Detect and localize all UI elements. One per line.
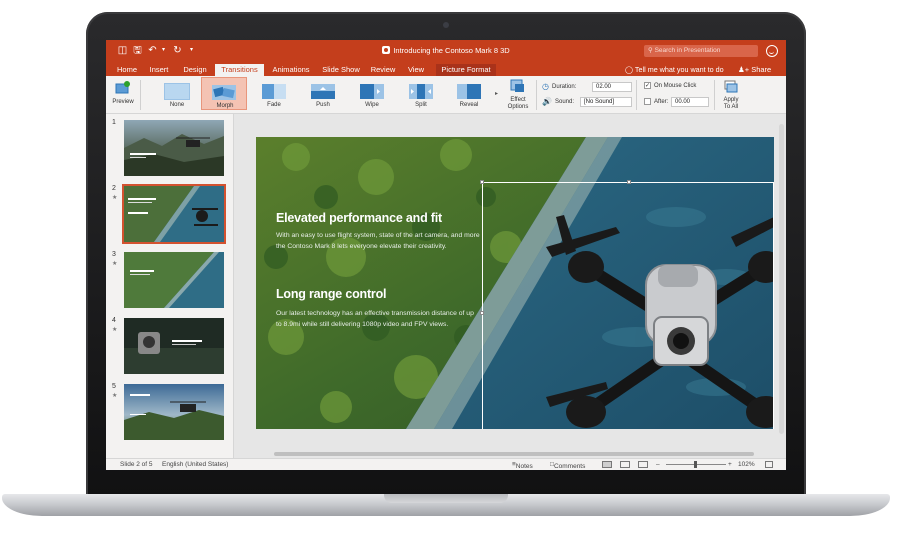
slide-count: Slide 2 of 5 — [120, 461, 153, 468]
transition-push-button[interactable]: Push — [300, 77, 346, 110]
tell-me-box[interactable]: ◯ Tell me what you want to do — [625, 64, 724, 76]
transition-wipe-button[interactable]: Wipe — [349, 77, 395, 110]
tab-review[interactable]: Review — [370, 64, 396, 76]
tab-transitions[interactable]: Transitions — [215, 64, 264, 76]
tab-insert[interactable]: Insert — [146, 64, 172, 76]
vertical-scrollbar[interactable] — [779, 124, 784, 434]
slide-body-2-line-2[interactable]: to 8.9mi while still delivering 1080p vi… — [276, 319, 448, 330]
webcam — [443, 22, 449, 28]
transition-indicator-icon: ★ — [112, 195, 118, 201]
tab-slide-show[interactable]: Slide Show — [320, 64, 362, 76]
transitions-ribbon: Preview None Morph Fade Push Wipe Split … — [106, 76, 786, 114]
tab-picture-format[interactable]: Picture Format — [436, 64, 496, 76]
sound-select[interactable]: [No Sound] — [580, 97, 632, 107]
split-thumbnail — [409, 84, 433, 99]
picture-selection-frame[interactable] — [480, 180, 774, 429]
slide-1-preview — [124, 120, 224, 176]
preview-button[interactable]: Preview — [110, 78, 136, 110]
zoom-out-icon[interactable]: – — [656, 461, 660, 468]
after-checkbox[interactable] — [644, 98, 651, 105]
notes-button[interactable]: ≡ Notes — [512, 461, 533, 470]
after-time-field[interactable]: 00.00 — [671, 97, 709, 107]
apply-to-all-button[interactable]: Apply To All — [718, 78, 744, 112]
effect-options-button[interactable]: Effect Options — [503, 78, 533, 112]
language-indicator[interactable]: English (United States) — [162, 461, 228, 468]
slide-5-preview — [124, 384, 224, 440]
transition-none-button[interactable]: None — [154, 77, 200, 110]
zoom-in-icon[interactable]: + — [728, 461, 732, 468]
powerpoint-window: ◫ 🖫 ↶ ▾ ↻ ▾ Introducing the Contoso Mark… — [106, 40, 786, 470]
slide-body-1-line-2[interactable]: the Contoso Mark 8 lets everyone elevate… — [276, 241, 447, 252]
transition-morph-button[interactable]: Morph — [201, 77, 247, 110]
morph-thumbnail — [212, 85, 236, 100]
powerpoint-file-icon — [382, 46, 391, 54]
share-button[interactable]: ♟+ Share — [738, 64, 771, 76]
transition-split-button[interactable]: Split — [398, 77, 444, 110]
resize-handle[interactable] — [480, 311, 484, 315]
transition-indicator-icon: ★ — [112, 327, 118, 333]
slide-sorter-view-icon[interactable] — [620, 461, 630, 468]
slide-thumbnail-3[interactable] — [124, 252, 224, 308]
feedback-smiley-icon[interactable] — [766, 45, 778, 57]
comments-button[interactable]: □ Comments — [550, 461, 585, 470]
ribbon-tabs: Home Insert Design Transitions Animation… — [106, 62, 786, 76]
apply-to-all-icon — [724, 80, 738, 93]
title-bar: ◫ 🖫 ↶ ▾ ↻ ▾ Introducing the Contoso Mark… — [106, 40, 786, 62]
slide-editor: Elevated performance and fit With an eas… — [234, 114, 786, 458]
tab-design[interactable]: Design — [180, 64, 210, 76]
slide-thumbnail-4[interactable] — [124, 318, 224, 374]
tab-home[interactable]: Home — [114, 64, 140, 76]
resize-handle[interactable] — [627, 180, 631, 184]
tab-view[interactable]: View — [405, 64, 427, 76]
add-person-icon: ♟+ — [738, 65, 750, 74]
slide-body-1-line-1[interactable]: With an easy to use flight system, state… — [276, 230, 480, 241]
fit-to-window-icon[interactable] — [765, 461, 773, 468]
transition-indicator-icon: ★ — [112, 261, 118, 267]
slide-thumbnail-1[interactable] — [124, 120, 224, 176]
transition-indicator-icon: ★ — [112, 393, 118, 399]
wipe-thumbnail — [360, 84, 384, 99]
search-icon: ⚲ — [648, 47, 653, 54]
push-thumbnail — [311, 84, 335, 99]
sound-speaker-icon: 🔊 — [542, 97, 552, 106]
ribbon-divider — [714, 80, 715, 110]
slide-thumbnail-5[interactable] — [124, 384, 224, 440]
duration-field[interactable]: 02.00 — [592, 82, 632, 92]
laptop-notch — [384, 494, 508, 503]
slide-thumbnail-2[interactable] — [122, 184, 226, 244]
lightbulb-icon: ◯ — [625, 65, 634, 74]
none-thumbnail — [164, 83, 190, 100]
ribbon-divider — [536, 80, 537, 110]
slide-3-preview — [124, 252, 224, 308]
horizontal-scrollbar[interactable] — [274, 452, 754, 456]
reveal-thumbnail — [457, 84, 481, 99]
transition-fade-button[interactable]: Fade — [251, 77, 297, 110]
ribbon-divider — [140, 80, 141, 110]
ribbon-divider — [636, 80, 637, 110]
duration-clock-icon: ◷ — [542, 82, 549, 91]
effect-options-icon — [510, 79, 524, 92]
status-bar: Slide 2 of 5 English (United States) ≡ N… — [106, 458, 786, 470]
zoom-level[interactable]: 102% — [738, 461, 755, 468]
normal-view-icon[interactable] — [602, 461, 612, 468]
slide-body-2-line-1[interactable]: Our latest technology has an effective t… — [276, 308, 474, 319]
preview-icon — [115, 81, 130, 94]
gallery-more-arrow-icon[interactable]: ▸ — [493, 78, 500, 110]
slide-heading-1[interactable]: Elevated performance and fit — [276, 211, 442, 225]
slide-heading-2[interactable]: Long range control — [276, 287, 386, 301]
search-input[interactable]: ⚲ Search in Presentation — [644, 45, 758, 57]
resize-handle[interactable] — [480, 180, 484, 184]
current-slide[interactable]: Elevated performance and fit With an eas… — [256, 137, 774, 429]
transition-reveal-button[interactable]: Reveal — [446, 77, 492, 110]
slide-2-preview — [124, 186, 224, 242]
slide-4-preview — [124, 318, 224, 374]
fade-thumbnail — [262, 84, 286, 99]
tab-animations[interactable]: Animations — [269, 64, 313, 76]
slide-thumbnail-panel: 1 2 ★ 3 ★ 4 ★ 5 ★ — [106, 114, 234, 458]
reading-view-icon[interactable] — [638, 461, 648, 468]
zoom-slider-thumb[interactable] — [694, 461, 697, 468]
on-mouse-click-checkbox[interactable]: ✓ — [644, 82, 651, 89]
